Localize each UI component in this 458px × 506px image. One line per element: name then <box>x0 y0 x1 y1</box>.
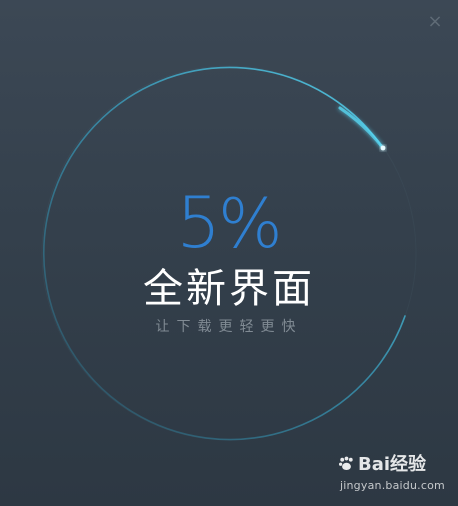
installer-window: × 5 % 全新界面 让下载更轻更快 Bai经验 jingyan.baidu.c… <box>0 0 458 506</box>
watermark-url: jingyan.baidu.com <box>340 479 445 492</box>
watermark-brand: Bai经验 <box>358 454 427 475</box>
progress-head-dot <box>380 145 386 151</box>
progress-number: 5 <box>176 182 221 264</box>
progress-arc-head <box>338 106 385 150</box>
main-title: 全新界面 <box>143 266 315 312</box>
watermark-logo: Bai经验 <box>337 450 426 476</box>
percent-sign: % <box>217 185 283 264</box>
subtitle-text: 让下载更轻更快 <box>155 319 303 335</box>
baidu-jingyan-watermark: Bai经验 jingyan.baidu.com <box>337 450 445 500</box>
progress-percent: 5 % <box>176 182 283 264</box>
baidu-paw-icon <box>338 456 353 470</box>
